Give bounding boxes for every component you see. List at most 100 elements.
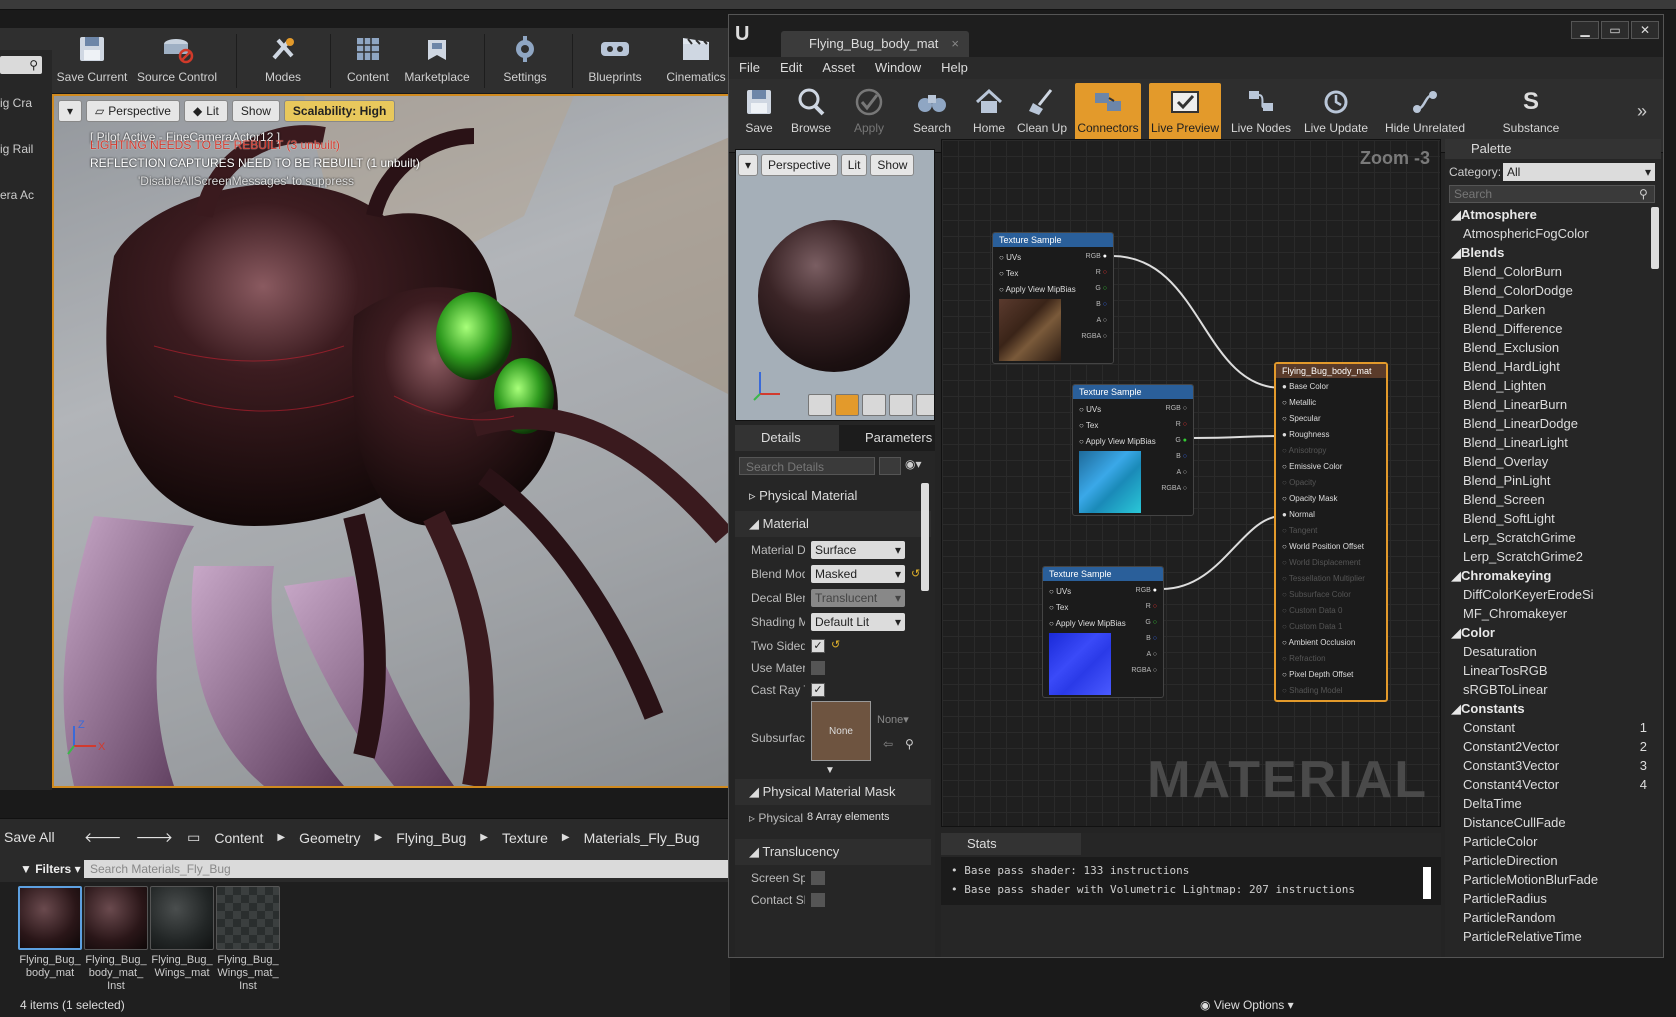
node-pin-rgb[interactable]: RGB ● (1136, 587, 1157, 594)
result-pin[interactable]: ○ Opacity (1282, 478, 1316, 487)
use-selected-arrow-icon[interactable]: ⇦ (883, 737, 893, 751)
node-pin-b[interactable]: B ○ (1096, 301, 1107, 308)
tab-palette[interactable]: Palette (1445, 139, 1661, 159)
cinematics-button[interactable]: Cinematics (662, 32, 730, 94)
settings-button[interactable]: Settings (494, 32, 556, 94)
source-control-button[interactable]: Source Control (132, 32, 222, 94)
close-button[interactable]: ✕ (1631, 21, 1659, 39)
palette-item[interactable]: DeltaTime (1449, 794, 1649, 813)
result-pin[interactable]: ○ Refraction (1282, 654, 1326, 663)
modes-button[interactable]: Modes (248, 32, 318, 94)
node-pin-tex[interactable]: ○ Tex (999, 269, 1018, 278)
asset-tile[interactable]: Flying_Bug_ body_mat_ Inst (84, 886, 148, 993)
node-pin-rgb[interactable]: RGB ● (1086, 253, 1107, 260)
scalability-button[interactable]: Scalability: High (283, 100, 396, 122)
preview-lit-button[interactable]: Lit (840, 154, 868, 176)
outliner-search[interactable]: ⚲ (0, 56, 42, 74)
palette-item[interactable]: ParticleRadius (1449, 889, 1649, 908)
save-current-button[interactable]: Save Current (54, 32, 130, 94)
result-pin[interactable]: ○ Subsurface Color (1282, 590, 1351, 599)
result-pin[interactable]: ● Roughness (1282, 430, 1330, 439)
level-viewport[interactable]: Z X ▾ ▱ Perspective ◆ Lit Show Scalability… (52, 94, 730, 788)
node-pin-mipbias[interactable]: ○ Apply View MipBias (999, 285, 1076, 294)
save-all-button[interactable]: Save All (4, 829, 55, 845)
tab-parameters[interactable]: Parameters (839, 425, 935, 451)
palette-item[interactable]: DiffColorKeyerErodeSi (1449, 585, 1649, 604)
node-pin-tex[interactable]: ○ Tex (1079, 421, 1098, 430)
reset-arrow-icon[interactable]: ↺ (831, 638, 840, 651)
result-pin[interactable]: ○ Emissive Color (1282, 462, 1342, 471)
palette-item[interactable]: Blend_Difference (1449, 319, 1649, 338)
menu-edit[interactable]: Edit (770, 57, 812, 79)
palette-item[interactable]: DistanceCullFade (1449, 813, 1649, 832)
palette-item[interactable]: Blend_PinLight (1449, 471, 1649, 490)
result-pin[interactable]: ○ Custom Data 0 (1282, 606, 1342, 615)
node-pin-b[interactable]: B ○ (1146, 635, 1157, 642)
filters-button[interactable]: ▼ Filters ▾ (20, 862, 81, 876)
palette-item[interactable]: Blend_ColorBurn (1449, 262, 1649, 281)
cast-ray-traced-shadows-checkbox[interactable]: ✓ (811, 683, 825, 697)
preview-show-button[interactable]: Show (870, 154, 915, 176)
node-pin-g[interactable]: G ○ (1095, 285, 1107, 292)
node-pin-uvs[interactable]: ○ UVs (1079, 405, 1101, 414)
crumb-materials[interactable]: Materials_Fly_Bug (584, 830, 700, 846)
subsurface-dropdown[interactable]: None▾ (877, 713, 909, 726)
palette-item[interactable]: Blend_Darken (1449, 300, 1649, 319)
texture-sample-node[interactable]: Texture Sample ○ UVs ○ Tex ○ Apply View … (992, 232, 1114, 364)
node-pin-g[interactable]: G ● (1175, 437, 1187, 444)
contact-shadows-checkbox[interactable] (811, 893, 825, 907)
texture-sample-node[interactable]: Texture Sample ○ UVs ○ Tex ○ Apply View … (1042, 566, 1164, 698)
browse-search-icon[interactable]: ⚲ (905, 737, 914, 751)
result-pin[interactable]: ○ World Position Offset (1282, 542, 1364, 551)
palette-category[interactable]: ◢Blends (1449, 243, 1649, 262)
category-select[interactable]: All (1503, 163, 1655, 181)
palette-item[interactable]: Blend_Lighten (1449, 376, 1649, 395)
crumb-texture[interactable]: Texture (502, 830, 548, 846)
palette-item[interactable]: sRGBToLinear (1449, 680, 1649, 699)
result-pin[interactable]: ○ Tessellation Multiplier (1282, 574, 1365, 583)
node-pin-a[interactable]: A ○ (1177, 469, 1187, 476)
menu-help[interactable]: Help (931, 57, 978, 79)
palette-item[interactable]: ParticleDirection (1449, 851, 1649, 870)
expand-arrow-icon[interactable]: ▼ (825, 765, 835, 776)
result-pin[interactable]: ○ Opacity Mask (1282, 494, 1338, 503)
palette-item[interactable]: LinearTosRGB (1449, 661, 1649, 680)
show-button[interactable]: Show (231, 100, 280, 122)
material-graph[interactable]: Zoom -3 MATERIAL Texture Sample ○ UVs ○ … (941, 139, 1441, 827)
outliner-row[interactable]: era Ac (0, 188, 52, 202)
node-pin-rgba[interactable]: RGBA ○ (1131, 667, 1157, 674)
asset-tile[interactable]: Flying_Bug_ Wings_mat_ Inst (216, 886, 280, 993)
cube-preview-button[interactable] (889, 394, 913, 416)
palette-item[interactable]: Blend_LinearBurn (1449, 395, 1649, 414)
material-preview-viewport[interactable]: ▾ Perspective Lit Show (735, 149, 935, 421)
marketplace-button[interactable]: Marketplace (400, 32, 474, 94)
palette-category[interactable]: ◢Atmosphere (1449, 205, 1649, 224)
shading-model-select[interactable]: Default Lit (811, 613, 905, 631)
maximize-button[interactable]: ▭ (1601, 21, 1629, 39)
node-pin-r[interactable]: R ○ (1146, 603, 1157, 610)
browse-button[interactable]: Browse (785, 83, 837, 149)
palette-category[interactable]: ◢Constants (1449, 699, 1649, 718)
viewport-options-button[interactable]: ▾ (58, 100, 83, 122)
stats-scrollbar[interactable] (1423, 867, 1431, 899)
result-pin[interactable]: ○ Pixel Depth Offset (1282, 670, 1353, 679)
material-result-node[interactable]: Flying_Bug_body_mat ● Base Color ○ Metall… (1274, 362, 1388, 702)
palette-category[interactable]: ◢Chromakeying (1449, 566, 1649, 585)
material-domain-select[interactable]: Surface (811, 541, 905, 559)
palette-search-input[interactable]: Search (1449, 185, 1655, 203)
teapot-preview-button[interactable] (916, 394, 934, 416)
node-pin-r[interactable]: R ○ (1096, 269, 1107, 276)
palette-item[interactable]: Blend_SoftLight (1449, 509, 1649, 528)
node-pin-a[interactable]: A ○ (1097, 317, 1107, 324)
node-pin-g[interactable]: G ○ (1145, 619, 1157, 626)
result-pin[interactable]: ○ Shading Model (1282, 686, 1342, 695)
node-pin-a[interactable]: A ○ (1147, 651, 1157, 658)
menu-file[interactable]: File (729, 57, 770, 79)
close-tab-icon[interactable]: × (951, 31, 959, 57)
tab-stats[interactable]: Stats (941, 833, 1081, 855)
crumb-flying-bug[interactable]: Flying_Bug (396, 830, 466, 846)
lit-button[interactable]: ◆ Lit (183, 100, 228, 122)
palette-category[interactable]: ◢Color (1449, 623, 1649, 642)
cylinder-preview-button[interactable] (808, 394, 832, 416)
palette-item[interactable]: ParticleRelativeTime (1449, 927, 1649, 946)
